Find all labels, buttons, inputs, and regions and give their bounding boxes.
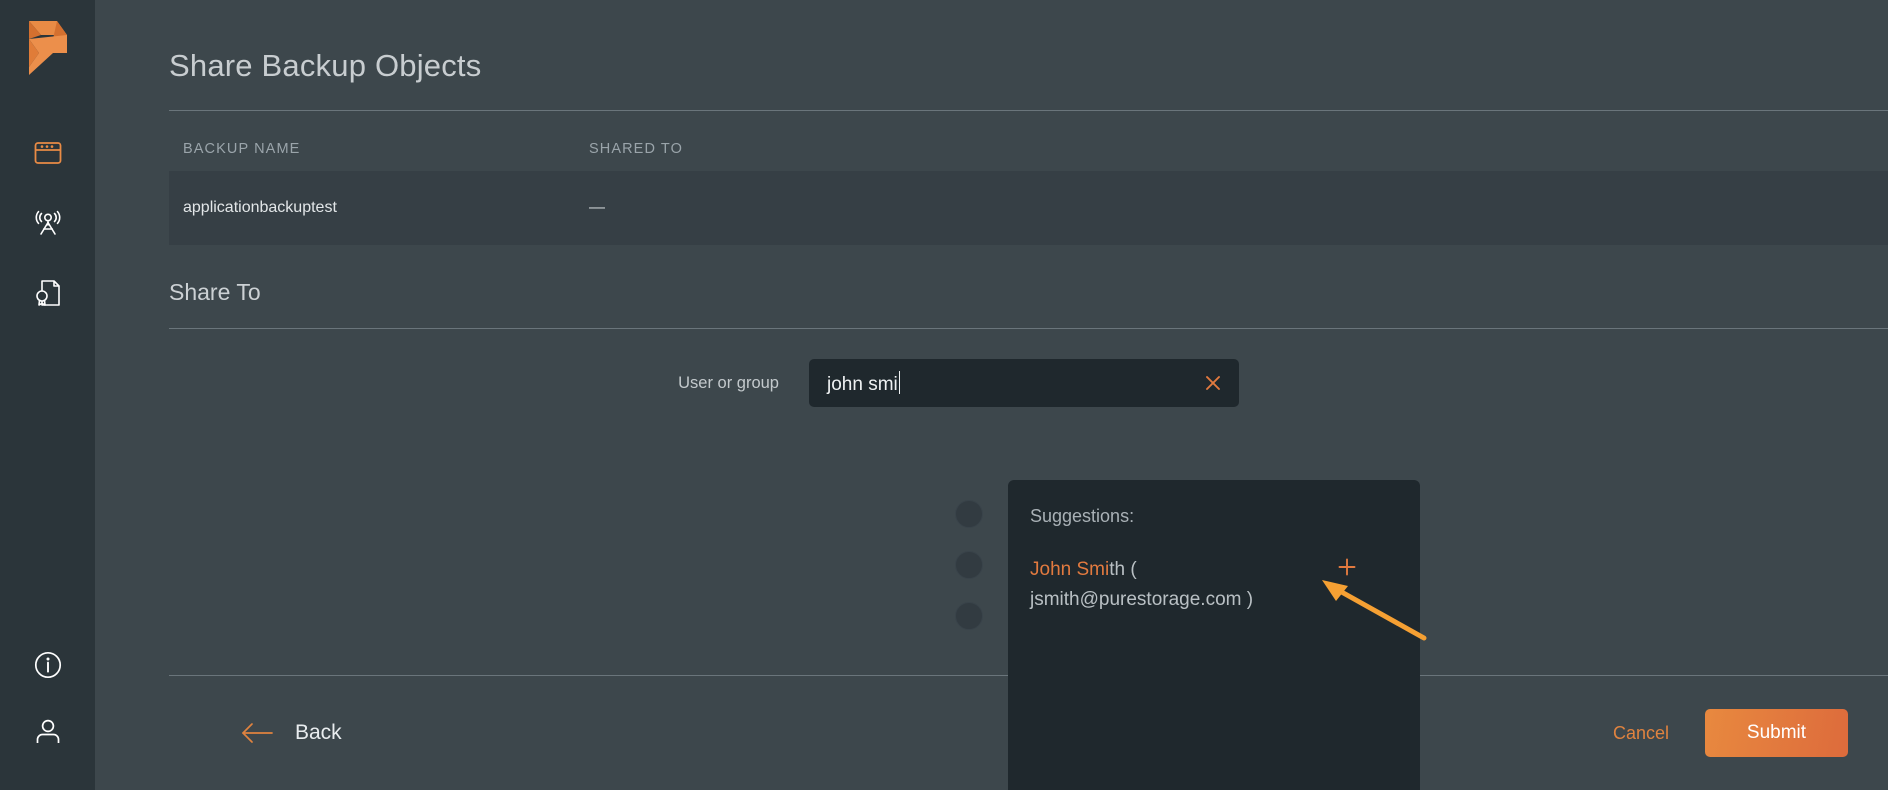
document-badge-icon bbox=[35, 280, 60, 306]
submit-button[interactable]: Submit bbox=[1705, 709, 1848, 757]
suggestions-label: Suggestions: bbox=[1030, 506, 1135, 526]
plus-icon bbox=[1338, 558, 1356, 576]
add-suggestion-button[interactable] bbox=[1336, 555, 1358, 583]
clear-input-button[interactable] bbox=[1187, 359, 1239, 407]
share-to-heading: Share To bbox=[169, 279, 261, 305]
cancel-button[interactable]: Cancel bbox=[1613, 723, 1669, 744]
suggestion-match-text: John Smi bbox=[1030, 559, 1110, 580]
suggestion-text: John Smith ( jsmith@purestorage.com ) bbox=[1030, 555, 1330, 615]
footer-right-actions: Cancel Submit bbox=[1613, 709, 1888, 757]
pure-storage-logo-icon bbox=[28, 21, 67, 75]
page-title: Share Backup Objects bbox=[169, 48, 482, 83]
sidebar-item-dashboard[interactable] bbox=[0, 118, 95, 188]
suggestion-item[interactable]: John Smith ( jsmith@purestorage.com ) bbox=[1008, 527, 1420, 615]
radio-option[interactable] bbox=[955, 602, 983, 630]
sidebar-item-help[interactable] bbox=[0, 632, 95, 698]
search-input[interactable]: john smi bbox=[809, 370, 901, 396]
back-button-label: Back bbox=[295, 721, 342, 744]
arrow-left-icon bbox=[242, 723, 273, 743]
user-person-icon bbox=[36, 719, 59, 743]
left-nav-sidebar bbox=[0, 0, 95, 790]
user-or-group-field-row: User or group john smi bbox=[95, 359, 1888, 407]
table-row[interactable]: applicationbackuptest — bbox=[169, 171, 1888, 245]
sidebar-top-nav bbox=[0, 118, 95, 328]
sidebar-item-fleet[interactable] bbox=[0, 188, 95, 258]
share-backup-objects-page: Share Backup Objects BACKUP NAME SHARED … bbox=[0, 0, 1888, 790]
share-to-divider bbox=[169, 328, 1888, 329]
sidebar-item-certificates[interactable] bbox=[0, 258, 95, 328]
close-x-icon bbox=[1206, 376, 1220, 390]
user-or-group-input-box[interactable]: john smi bbox=[809, 359, 1239, 407]
cell-shared-to: — bbox=[589, 199, 605, 216]
dashboard-window-icon bbox=[34, 142, 61, 164]
antenna-broadcast-icon bbox=[35, 210, 60, 235]
sidebar-item-account[interactable] bbox=[0, 698, 95, 764]
column-header-shared-to: SHARED TO bbox=[589, 141, 683, 157]
radio-option[interactable] bbox=[955, 551, 983, 579]
footer-actions: Back Cancel Submit bbox=[95, 676, 1888, 790]
suggestions-dropdown: Suggestions: John Smith ( jsmith@puresto… bbox=[1008, 480, 1420, 790]
main-content: Share Backup Objects BACKUP NAME SHARED … bbox=[95, 0, 1888, 790]
backup-table-header: BACKUP NAME SHARED TO bbox=[95, 111, 1888, 157]
user-or-group-label: User or group bbox=[678, 373, 779, 392]
back-button[interactable]: Back bbox=[241, 721, 342, 745]
radio-option[interactable] bbox=[955, 500, 983, 528]
cell-backup-name: applicationbackuptest bbox=[183, 199, 337, 216]
column-header-backup-name: BACKUP NAME bbox=[183, 141, 301, 157]
sidebar-bottom-nav bbox=[0, 632, 95, 764]
share-permission-radios bbox=[955, 500, 983, 653]
text-caret bbox=[898, 370, 901, 394]
app-logo[interactable] bbox=[0, 0, 95, 96]
info-circle-icon bbox=[34, 651, 61, 679]
